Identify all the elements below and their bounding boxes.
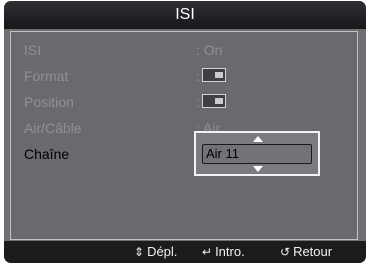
picture-position-icon bbox=[201, 94, 226, 108]
menu-item-label: Air/Câble bbox=[24, 120, 82, 136]
enter-icon: ↵ bbox=[202, 244, 213, 259]
updown-arrow-icon: ⇕ bbox=[134, 244, 145, 259]
osd-menu: ISI ISI : On Format : Position : Air/Câb… bbox=[4, 1, 366, 263]
channel-selector-popup[interactable]: Air 11 bbox=[194, 131, 320, 176]
menu-item-value: : bbox=[196, 68, 226, 84]
menu-item-position[interactable]: Position : bbox=[11, 89, 357, 115]
menu-title-bar: ISI bbox=[4, 1, 366, 29]
menu-item-isi[interactable]: ISI : On bbox=[11, 37, 357, 63]
picture-format-icon bbox=[201, 68, 226, 82]
move-hint-label: Dépl. bbox=[147, 244, 178, 259]
menu-item-label: Position bbox=[24, 94, 74, 110]
move-hint: ⇕ Dépl. bbox=[134, 244, 177, 259]
menu-item-value: : On bbox=[196, 42, 223, 58]
return-icon: ↺ bbox=[280, 244, 291, 259]
return-hint-label: Retour bbox=[293, 244, 333, 259]
menu-item-label: Format bbox=[24, 68, 69, 84]
menu-item-label: ISI bbox=[24, 42, 42, 58]
enter-hint-label: Intro. bbox=[215, 244, 245, 259]
return-hint: ↺ Retour bbox=[280, 244, 332, 259]
menu-item-label: Chaîne bbox=[24, 146, 70, 162]
enter-hint: ↵ Intro. bbox=[202, 244, 245, 259]
menu-item-value: : bbox=[196, 94, 226, 110]
arrow-down-icon[interactable] bbox=[253, 166, 263, 172]
arrow-up-icon[interactable] bbox=[253, 136, 263, 142]
help-bar: ⇕ Dépl. ↵ Intro. ↺ Retour bbox=[4, 241, 366, 263]
menu-item-format[interactable]: Format : bbox=[11, 63, 357, 89]
channel-value[interactable]: Air 11 bbox=[202, 144, 312, 164]
menu-title: ISI bbox=[175, 6, 195, 23]
